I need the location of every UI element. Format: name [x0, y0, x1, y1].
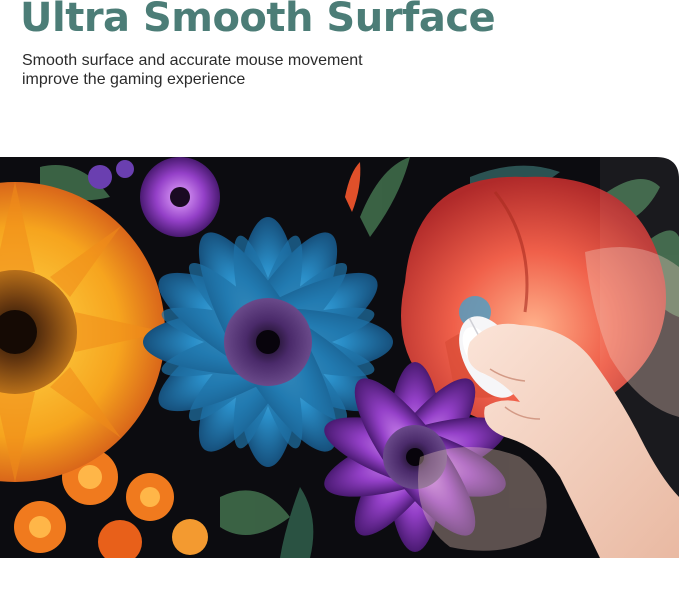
mousepad-product-image: [0, 157, 679, 558]
feature-headline: Ultra Smooth Surface: [20, 0, 496, 41]
feature-description: Smooth surface and accurate mouse moveme…: [22, 52, 363, 88]
product-feature-panel: Ultra Smooth Surface Smooth surface and …: [0, 0, 679, 607]
